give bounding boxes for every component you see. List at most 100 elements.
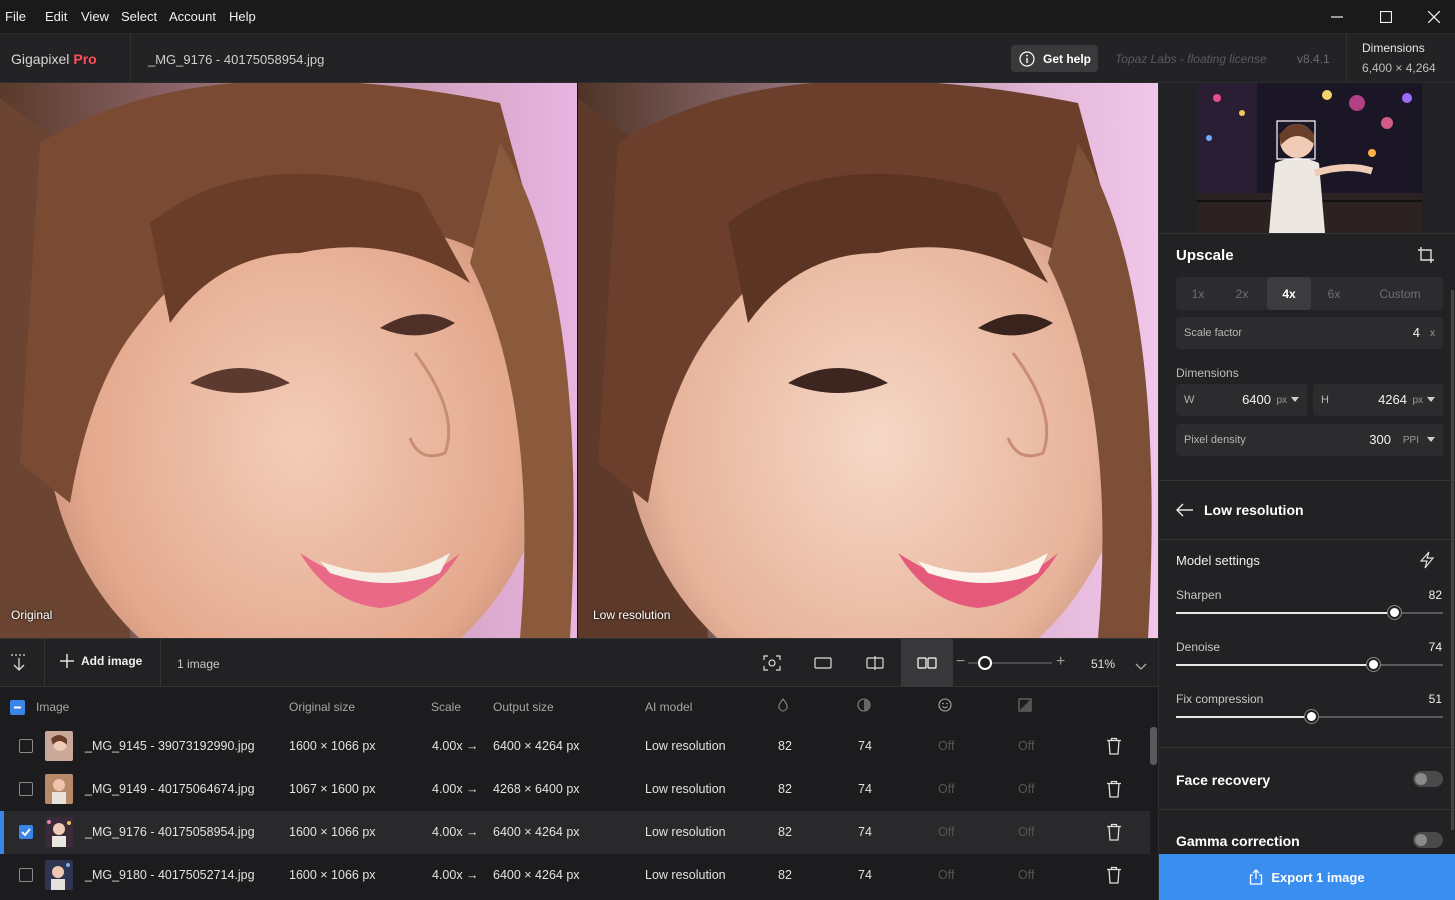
navigator-thumbnail[interactable] xyxy=(1197,83,1422,233)
scale-custom-button[interactable]: Custom xyxy=(1366,277,1434,310)
model-settings-title: Model settings xyxy=(1176,553,1260,568)
menu-edit[interactable]: Edit xyxy=(45,9,67,24)
scale-1x-button[interactable]: 1x xyxy=(1176,277,1220,310)
import-button[interactable] xyxy=(9,653,29,676)
header-output-size[interactable]: Output size xyxy=(493,700,554,714)
sharpen-slider-handle[interactable] xyxy=(1387,606,1401,619)
row-face-recovery: Off xyxy=(938,782,955,796)
scale-4x-button[interactable]: 4x xyxy=(1267,277,1311,310)
menu-account[interactable]: Account xyxy=(169,9,216,24)
scale-2x-button[interactable]: 2x xyxy=(1220,277,1264,310)
zoom-dropdown[interactable] xyxy=(1135,659,1147,674)
table-scrollbar[interactable] xyxy=(1150,727,1157,765)
image-table: Image Original size Scale Output size AI… xyxy=(0,687,1158,900)
model-back-button[interactable]: Low resolution xyxy=(1176,502,1304,518)
table-row[interactable]: _MG_9145 - 39073192990.jpg 1600 × 1066 p… xyxy=(0,725,1150,768)
delete-row-button[interactable] xyxy=(1106,866,1122,887)
minus-icon xyxy=(14,706,21,709)
zoom-value[interactable]: 51% xyxy=(1091,657,1115,671)
gamma-correction-toggle[interactable] xyxy=(1413,832,1443,848)
trash-icon xyxy=(1107,737,1121,755)
crop-button[interactable] xyxy=(1417,246,1435,267)
info-icon xyxy=(1019,50,1035,67)
app-logo: Gigapixel Pro xyxy=(11,51,97,67)
fix-compression-slider[interactable] xyxy=(1176,710,1443,723)
row-gamma: Off xyxy=(1018,782,1035,796)
row-sharpen: 82 xyxy=(778,868,792,882)
scale-factor-value[interactable]: 4 xyxy=(1413,325,1420,340)
close-button[interactable] xyxy=(1410,0,1455,34)
single-view-icon xyxy=(814,657,832,669)
zoom-in-button[interactable]: + xyxy=(1056,653,1065,671)
enhanced-preview[interactable]: Low resolution xyxy=(578,83,1158,638)
denoise-slider-fill xyxy=(1176,664,1374,666)
delete-row-button[interactable] xyxy=(1106,737,1122,758)
sharpen-slider[interactable] xyxy=(1176,606,1443,619)
row-scale: 4.00x → xyxy=(432,825,479,839)
denoise-slider[interactable] xyxy=(1176,658,1443,671)
toolbar-divider xyxy=(160,639,161,687)
height-unit-dropdown[interactable] xyxy=(1427,397,1435,402)
select-all-checkbox[interactable] xyxy=(10,700,25,715)
width-unit-dropdown[interactable] xyxy=(1291,397,1299,402)
zoom-slider-handle[interactable] xyxy=(977,656,992,670)
original-preview[interactable]: Original xyxy=(0,83,577,638)
split-view-button[interactable] xyxy=(849,639,901,687)
original-label: Original xyxy=(11,608,53,622)
delete-row-button[interactable] xyxy=(1106,780,1122,801)
table-row[interactable]: _MG_9149 - 40175064674.jpg 1067 × 1600 p… xyxy=(0,768,1150,811)
fix-compression-slider-handle[interactable] xyxy=(1305,710,1319,723)
menu-view[interactable]: View xyxy=(81,9,109,24)
width-field[interactable]: W 6400 px xyxy=(1176,384,1307,416)
pixel-density-dropdown[interactable] xyxy=(1427,437,1435,442)
scale-factor-field[interactable]: Scale factor 4 x xyxy=(1176,317,1443,349)
menu-help[interactable]: Help xyxy=(229,9,256,24)
height-value[interactable]: 4264 xyxy=(1378,392,1407,407)
row-checkbox[interactable] xyxy=(19,825,33,839)
sharpen-value[interactable]: 82 xyxy=(1429,588,1442,602)
row-scale: 4.00x → xyxy=(432,868,479,882)
row-file-name: _MG_9145 - 39073192990.jpg xyxy=(85,739,255,753)
menu-file[interactable]: File xyxy=(5,9,26,24)
minimize-button[interactable] xyxy=(1313,0,1361,34)
single-view-button[interactable] xyxy=(797,639,849,687)
export-button[interactable]: Export 1 image xyxy=(1159,854,1455,900)
header-gamma xyxy=(1018,698,1032,715)
delete-row-button[interactable] xyxy=(1106,823,1122,844)
denoise-slider-handle[interactable] xyxy=(1366,658,1380,671)
sharpen-icon xyxy=(778,698,788,712)
header-ai-model[interactable]: AI model xyxy=(645,700,692,714)
checkmark-icon xyxy=(21,828,31,837)
pixel-density-field[interactable]: Pixel density 300 PPI xyxy=(1176,424,1443,456)
maximize-button[interactable] xyxy=(1362,0,1410,34)
row-gamma: Off xyxy=(1018,825,1035,839)
pixel-density-value[interactable]: 300 xyxy=(1369,432,1391,447)
focus-button[interactable] xyxy=(746,639,798,687)
scale-factor-label: Scale factor xyxy=(1184,327,1243,339)
add-image-button[interactable]: Add image xyxy=(60,654,142,668)
row-checkbox[interactable] xyxy=(19,739,33,753)
face-recovery-toggle[interactable] xyxy=(1413,771,1443,787)
header-original-size[interactable]: Original size xyxy=(289,700,355,714)
header-denoise xyxy=(857,698,871,715)
height-label: H xyxy=(1321,394,1329,406)
scale-6x-button[interactable]: 6x xyxy=(1312,277,1356,310)
table-row[interactable]: _MG_9180 - 40175052714.jpg 1600 × 1066 p… xyxy=(0,854,1150,897)
menu-select[interactable]: Select xyxy=(121,9,157,24)
zoom-out-button[interactable]: − xyxy=(956,653,965,671)
row-checkbox[interactable] xyxy=(19,868,33,882)
side-by-side-button[interactable] xyxy=(901,639,953,687)
width-value[interactable]: 6400 xyxy=(1242,392,1271,407)
auto-settings-button[interactable] xyxy=(1419,551,1435,572)
row-checkbox[interactable] xyxy=(19,782,33,796)
trash-icon xyxy=(1107,823,1121,841)
height-field[interactable]: H 4264 px xyxy=(1313,384,1443,416)
header-scale[interactable]: Scale xyxy=(431,700,461,714)
table-row-selected[interactable]: _MG_9176 - 40175058954.jpg 1600 × 1066 p… xyxy=(0,811,1150,854)
panel-scrollbar[interactable] xyxy=(1451,290,1454,830)
width-unit: px xyxy=(1276,395,1287,406)
get-help-button[interactable]: Get help xyxy=(1011,45,1098,72)
denoise-value[interactable]: 74 xyxy=(1429,640,1442,654)
header-image[interactable]: Image xyxy=(36,700,69,714)
fix-compression-value[interactable]: 51 xyxy=(1429,692,1442,706)
